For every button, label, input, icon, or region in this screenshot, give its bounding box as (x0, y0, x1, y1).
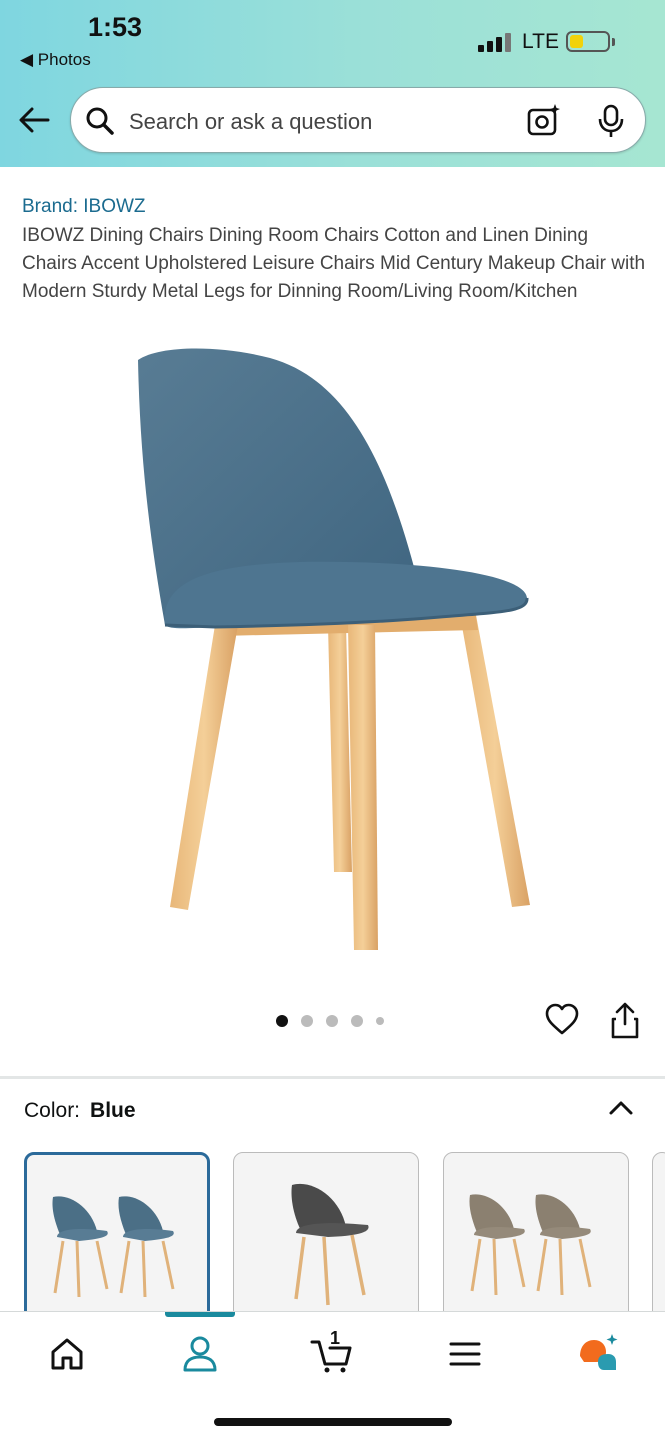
battery-level (570, 35, 583, 48)
swatch-taupe[interactable] (443, 1152, 629, 1322)
active-tab-indicator (165, 1312, 235, 1317)
blue-chair-pair-icon (52, 1196, 175, 1298)
section-divider (0, 1076, 665, 1079)
color-label: Color: (24, 1099, 81, 1122)
brand-link[interactable]: Brand: IBOWZ (22, 196, 146, 218)
app-header: 1:53 ◀ Photos LTE Search or ask a questi… (0, 0, 665, 167)
share-icon[interactable] (607, 1002, 643, 1040)
search-placeholder[interactable]: Search or ask a question (129, 109, 372, 135)
network-type: LTE (522, 30, 559, 53)
color-selector-label: Color: Blue (24, 1099, 136, 1123)
swatch-more[interactable] (652, 1152, 665, 1322)
carousel-dot[interactable] (301, 1015, 313, 1027)
image-carousel-dots[interactable] (276, 1014, 396, 1028)
product-image[interactable] (120, 340, 540, 955)
swatch-dark-grey[interactable] (233, 1152, 419, 1322)
battery-cap (612, 38, 615, 46)
cellular-signal-icon (478, 32, 514, 52)
selected-color: Blue (90, 1099, 136, 1122)
home-indicator (214, 1418, 452, 1426)
rufus-icon[interactable] (576, 1332, 620, 1376)
dark-grey-chair-icon (291, 1183, 369, 1306)
home-icon[interactable] (45, 1332, 89, 1376)
menu-icon[interactable] (443, 1332, 487, 1376)
carousel-dot[interactable] (351, 1015, 363, 1027)
status-time: 1:53 (88, 12, 143, 42)
microphone-icon[interactable] (593, 103, 629, 139)
search-icon (86, 107, 114, 135)
account-icon[interactable] (178, 1332, 222, 1376)
back-arrow-icon[interactable] (16, 102, 52, 138)
chevron-up-icon[interactable] (606, 1093, 636, 1123)
product-title: IBOWZ Dining Chairs Dining Room Chairs C… (22, 225, 646, 302)
carousel-dot[interactable] (276, 1015, 288, 1027)
taupe-chair-pair-icon (469, 1194, 592, 1296)
carousel-dot[interactable] (376, 1017, 384, 1025)
battery-icon (566, 31, 610, 52)
swatch-blue[interactable] (24, 1152, 210, 1322)
carousel-dot[interactable] (326, 1015, 338, 1027)
search-bar[interactable]: Search or ask a question (70, 87, 646, 153)
cart-count-badge: 1 (330, 1328, 341, 1348)
camera-search-icon[interactable] (525, 103, 561, 139)
heart-icon[interactable] (544, 1002, 580, 1038)
back-to-photos-link[interactable]: ◀ Photos (20, 50, 91, 70)
